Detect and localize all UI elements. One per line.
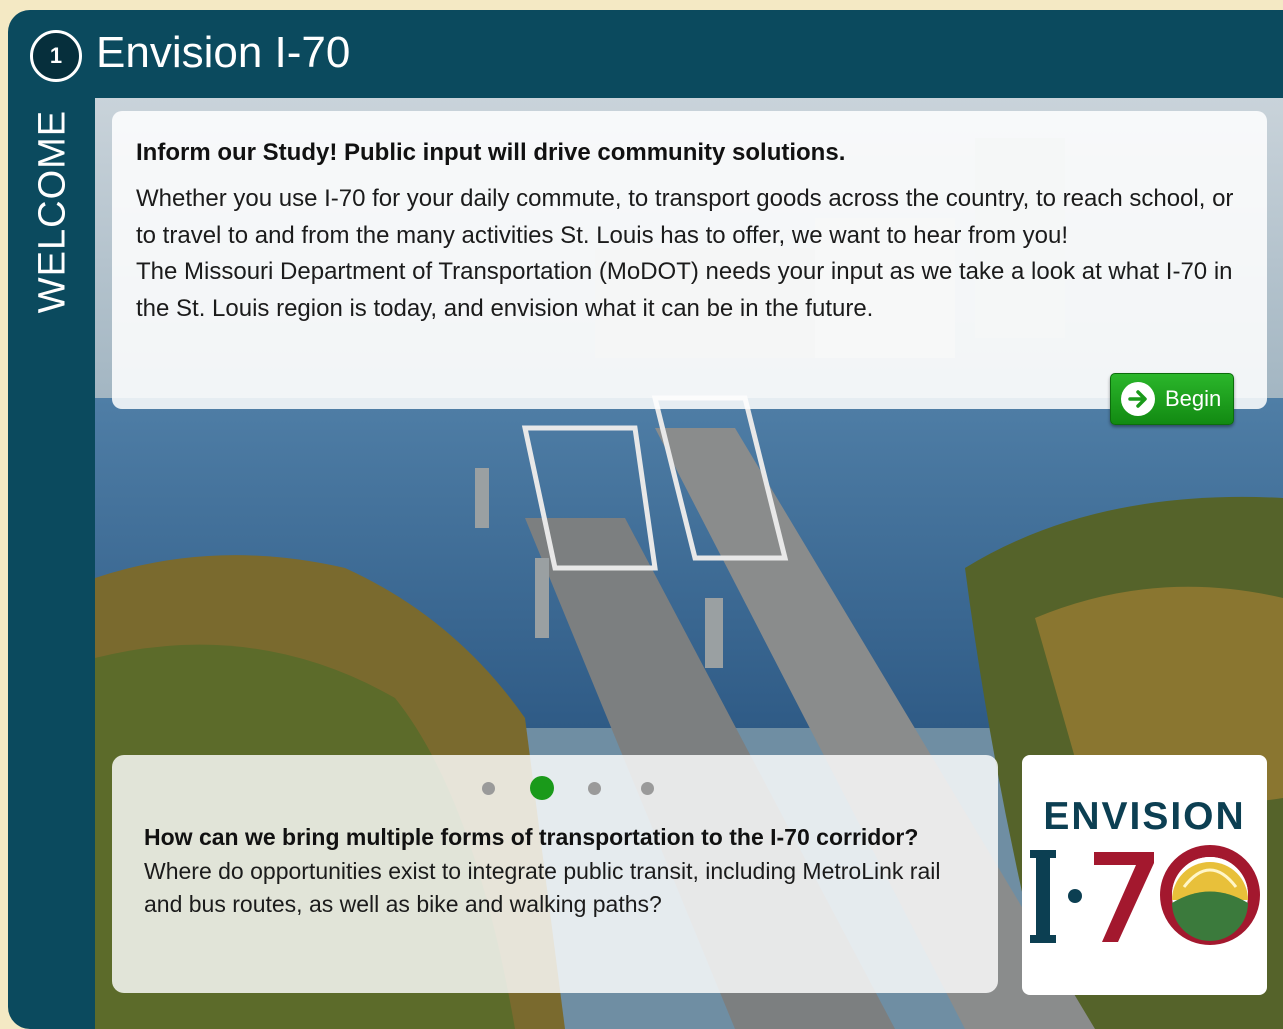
begin-button-label: Begin xyxy=(1165,386,1222,411)
intro-paragraph: Whether you use I-70 for your daily comm… xyxy=(136,185,1234,249)
page-title: Envision I-70 xyxy=(96,28,351,77)
carousel-dot[interactable] xyxy=(588,782,601,795)
question-rest: Where do opportunities exist to integrat… xyxy=(144,857,941,918)
arrow-right-circle-icon xyxy=(1121,382,1155,416)
carousel-question: How can we bring multiple forms of trans… xyxy=(144,821,959,922)
intro-paragraph: The Missouri Department of Transportatio… xyxy=(136,258,1233,322)
intro-body: Whether you use I-70 for your daily comm… xyxy=(136,181,1241,327)
begin-button[interactable]: Begin xyxy=(1110,373,1234,425)
carousel-dot[interactable] xyxy=(641,782,654,795)
intro-panel: Inform our Study! Public input will driv… xyxy=(112,111,1267,409)
carousel-panel: How can we bring multiple forms of trans… xyxy=(112,755,998,993)
carousel-dot[interactable] xyxy=(482,782,495,795)
sidebar-tab-label: WELCOME xyxy=(31,109,74,314)
envision-i70-logo: ENVISION xyxy=(1022,755,1267,995)
carousel-dots xyxy=(112,773,998,803)
carousel-dot-active[interactable] xyxy=(530,776,554,800)
intro-heading: Inform our Study! Public input will driv… xyxy=(136,139,846,166)
step-number-badge: 1 xyxy=(30,30,82,82)
sidebar-tab-welcome[interactable]: WELCOME xyxy=(28,100,78,320)
question-bold: How can we bring multiple forms of trans… xyxy=(144,824,919,850)
logo-mark-graphic xyxy=(1030,845,1260,945)
